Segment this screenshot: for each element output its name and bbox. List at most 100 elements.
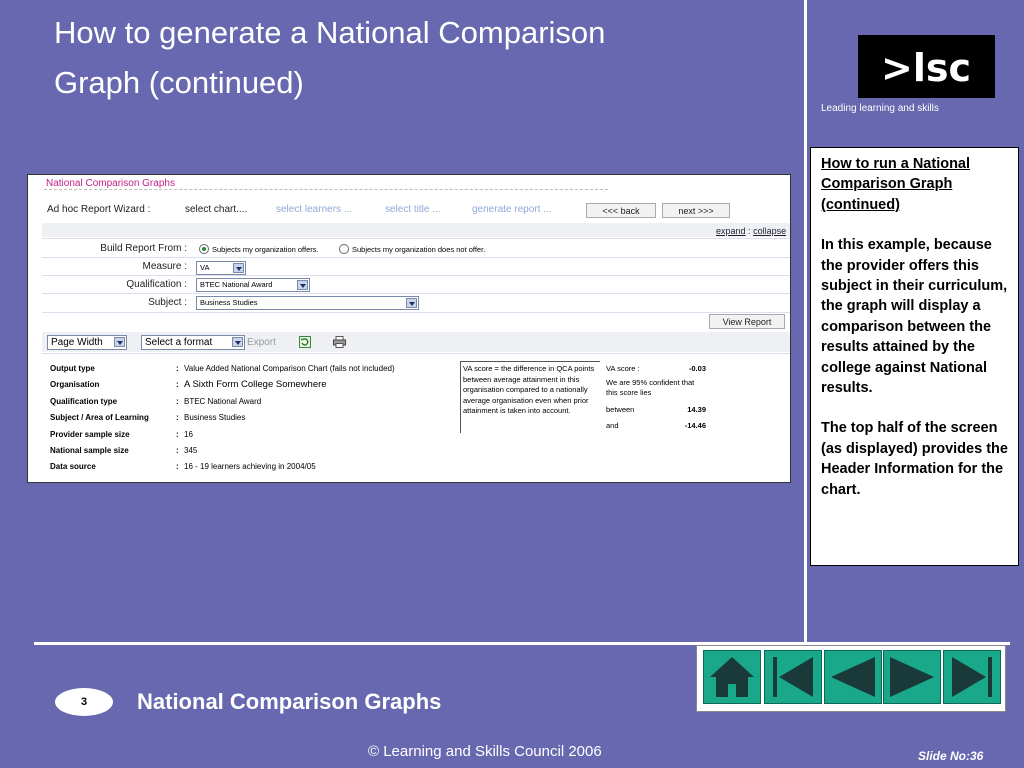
detail-value: Business Studies bbox=[184, 413, 246, 422]
next-button[interactable]: next >>> bbox=[662, 203, 730, 218]
page-number-badge: 3 bbox=[55, 688, 113, 716]
chevron-down-icon bbox=[406, 298, 417, 308]
home-icon bbox=[710, 657, 754, 697]
detail-value: A Sixth Form College Somewhere bbox=[184, 379, 327, 390]
export-link[interactable]: Export bbox=[247, 337, 276, 348]
wizard-label: Ad hoc Report Wizard : bbox=[47, 204, 151, 215]
va-score-label: VA score : bbox=[606, 364, 640, 373]
detail-colon: : bbox=[176, 446, 179, 455]
qualification-value: BTEC National Award bbox=[200, 280, 273, 289]
radio-offers-label: Subjects my organization offers. bbox=[212, 245, 319, 254]
print-icon[interactable] bbox=[333, 335, 346, 348]
wizard-step-select-learners[interactable]: select learners ... bbox=[276, 204, 352, 215]
detail-colon: : bbox=[176, 430, 179, 439]
details-line bbox=[42, 353, 790, 354]
detail-key: Qualification type bbox=[50, 397, 118, 406]
vertical-divider bbox=[804, 0, 807, 643]
report-wizard-screenshot: National Comparison Graphs Ad hoc Report… bbox=[27, 174, 791, 483]
chevron-down-icon bbox=[114, 337, 125, 347]
slide-title: How to generate a National Comparison Gr… bbox=[54, 8, 794, 108]
page-width-value: Page Width bbox=[51, 337, 103, 348]
lsc-logo: >lsc bbox=[858, 35, 995, 98]
confidence-text: We are 95% confident that this score lie… bbox=[606, 378, 695, 397]
radio-not-offers-label: Subjects my organization does not offer. bbox=[352, 245, 486, 254]
va-explanation: VA score = the difference in QCA points … bbox=[460, 361, 600, 433]
chevron-down-icon bbox=[232, 337, 243, 347]
va-score-value: -0.03 bbox=[688, 364, 706, 373]
subject-select[interactable]: Business Studies bbox=[196, 296, 419, 310]
qualification-label: Qualification : bbox=[126, 279, 187, 290]
measure-value: VA bbox=[200, 263, 210, 272]
form-row-line bbox=[42, 257, 790, 258]
form-row-line bbox=[42, 238, 790, 239]
logo-tagline: Leading learning and skills bbox=[821, 103, 939, 114]
detail-value: Value Added National Comparison Chart (f… bbox=[184, 364, 395, 373]
detail-colon: : bbox=[176, 413, 179, 422]
home-button[interactable] bbox=[703, 650, 761, 704]
format-select[interactable]: Select a format bbox=[141, 335, 245, 350]
wizard-step-select-title[interactable]: select title ... bbox=[385, 204, 441, 215]
between-value: 14.39 bbox=[687, 405, 706, 414]
wizard-step-select-chart[interactable]: select chart.... bbox=[185, 204, 247, 215]
radio-not-offers[interactable] bbox=[339, 244, 349, 254]
expand-link[interactable]: expand bbox=[716, 226, 746, 236]
and-value: -14.46 bbox=[684, 421, 706, 430]
next-slide-button[interactable] bbox=[883, 650, 941, 704]
copyright: © Learning and Skills Council 2006 bbox=[368, 743, 602, 760]
collapse-link[interactable]: collapse bbox=[753, 226, 786, 236]
form-row-line bbox=[42, 275, 790, 276]
note-paragraph-1: In this example, because the provider of… bbox=[821, 237, 1008, 397]
last-slide-button[interactable] bbox=[943, 650, 1001, 704]
title-line-1: How to generate a National Comparison bbox=[54, 15, 606, 50]
form-row-line bbox=[42, 312, 790, 313]
detail-colon: : bbox=[176, 462, 179, 471]
title-line-2: Graph (continued) bbox=[54, 65, 304, 100]
form-row-line bbox=[42, 293, 790, 294]
radio-offers[interactable] bbox=[199, 244, 209, 254]
detail-key: Subject / Area of Learning bbox=[50, 413, 149, 422]
wizard-step-generate-report[interactable]: generate report ... bbox=[472, 204, 552, 215]
header-divider bbox=[44, 189, 608, 190]
expand-strip bbox=[42, 223, 790, 237]
detail-key: Organisation bbox=[50, 380, 100, 389]
slide-number: Slide No:36 bbox=[918, 749, 984, 763]
chevron-down-icon bbox=[297, 280, 308, 290]
detail-colon: : bbox=[176, 364, 179, 373]
subject-label: Subject : bbox=[148, 297, 187, 308]
back-button[interactable]: <<< back bbox=[586, 203, 656, 218]
detail-value: 16 - 19 learners achieving in 2004/05 bbox=[184, 462, 316, 471]
note-paragraph-2: The top half of the screen (as displayed… bbox=[821, 420, 1008, 498]
detail-colon: : bbox=[176, 397, 179, 406]
build-report-label: Build Report From : bbox=[100, 243, 187, 254]
detail-colon: : bbox=[176, 380, 179, 389]
footer-title: National Comparison Graphs bbox=[137, 689, 442, 714]
lsc-logo-icon: >lsc bbox=[881, 46, 971, 90]
and-label: and bbox=[606, 421, 619, 430]
detail-value: BTEC National Award bbox=[184, 397, 262, 406]
instructions-note: How to run a National Comparison Graph (… bbox=[810, 147, 1019, 566]
detail-value: 345 bbox=[184, 446, 198, 455]
measure-select[interactable]: VA bbox=[196, 261, 246, 275]
first-slide-icon bbox=[773, 657, 813, 697]
detail-key: Output type bbox=[50, 364, 95, 373]
qualification-select[interactable]: BTEC National Award bbox=[196, 278, 310, 292]
link-separator: : bbox=[748, 226, 751, 236]
expand-collapse-links: expand : collapse bbox=[716, 226, 786, 236]
note-title: How to run a National Comparison Graph (… bbox=[821, 156, 971, 213]
between-label: between bbox=[606, 405, 635, 414]
refresh-icon[interactable] bbox=[299, 335, 311, 348]
last-slide-icon bbox=[952, 657, 992, 697]
detail-key: National sample size bbox=[50, 446, 129, 455]
va-explanation-text: VA score = the difference in QCA points … bbox=[463, 364, 595, 415]
detail-key: Data source bbox=[50, 462, 96, 471]
detail-value: 16 bbox=[184, 430, 193, 439]
page-width-select[interactable]: Page Width bbox=[47, 335, 127, 350]
chevron-down-icon bbox=[233, 263, 244, 273]
format-value: Select a format bbox=[145, 337, 213, 348]
svg-text:>lsc: >lsc bbox=[881, 46, 971, 90]
first-slide-button[interactable] bbox=[764, 650, 822, 704]
previous-slide-button[interactable] bbox=[824, 650, 882, 704]
screenshot-header: National Comparison Graphs bbox=[46, 178, 175, 189]
next-icon bbox=[890, 657, 934, 697]
view-report-button[interactable]: View Report bbox=[709, 314, 785, 329]
